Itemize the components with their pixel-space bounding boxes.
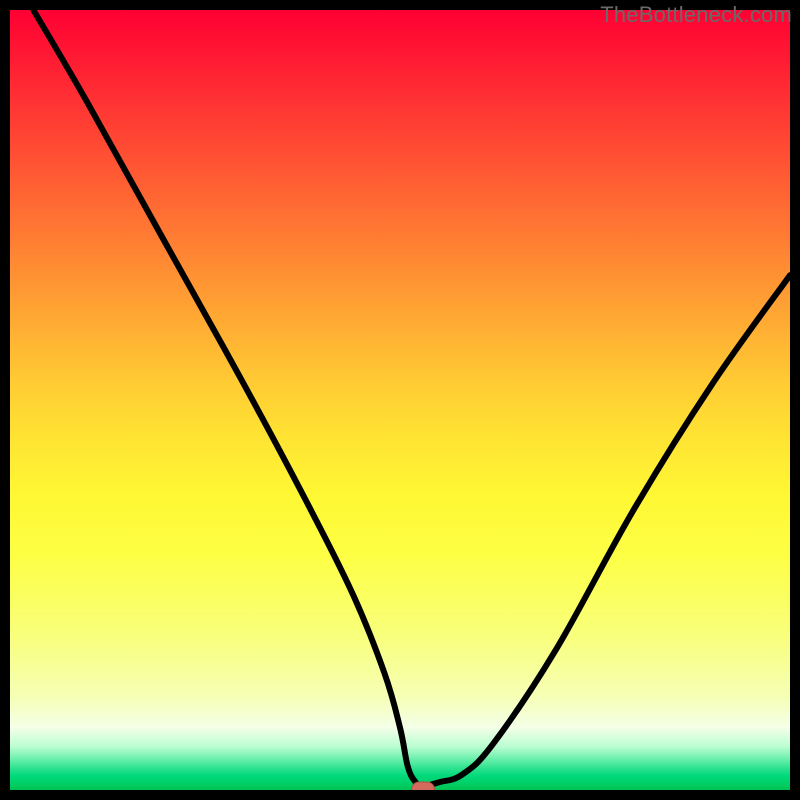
watermark-text: TheBottleneck.com [600,2,792,28]
bottleneck-curve [10,10,790,790]
chart-frame: TheBottleneck.com [0,0,800,800]
plot-area [10,10,790,790]
optimal-point-marker [411,782,435,791]
curve-path [33,10,790,786]
